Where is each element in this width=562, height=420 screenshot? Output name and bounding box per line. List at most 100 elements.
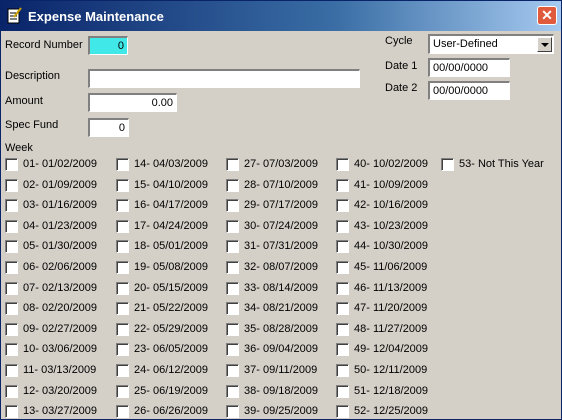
week-checkbox-label: 02- 01/09/2009 [23, 178, 98, 191]
week-checkbox-label: 48- 11/27/2009 [354, 322, 428, 335]
checkbox-box[interactable] [5, 343, 18, 357]
checkbox-box[interactable] [226, 178, 239, 192]
checkbox-box[interactable] [5, 240, 18, 254]
amount-field[interactable]: 0.00 [88, 93, 177, 112]
checkbox-box[interactable] [5, 199, 18, 213]
checkbox-box[interactable] [5, 178, 18, 192]
checkbox-box[interactable] [116, 405, 129, 419]
checkbox-box[interactable] [336, 281, 349, 295]
checkbox-box[interactable] [226, 405, 239, 419]
checkbox-box[interactable] [226, 364, 239, 377]
week-label: Week [5, 142, 33, 154]
checkbox-box[interactable] [116, 178, 129, 192]
checkbox-box[interactable] [226, 219, 239, 233]
checkbox-box[interactable] [5, 405, 18, 419]
week-checkbox-label: 14- 04/03/2009 [134, 158, 209, 170]
checkbox-box[interactable] [336, 364, 349, 377]
week-checkbox-label: 15- 04/10/2009 [134, 178, 209, 191]
checkbox-box[interactable] [5, 322, 18, 336]
checkbox-box[interactable] [336, 158, 349, 171]
checkbox-box[interactable] [226, 302, 239, 316]
checkbox-box[interactable] [5, 364, 18, 377]
checkbox-box[interactable] [116, 199, 129, 213]
checkbox-box[interactable] [336, 384, 349, 398]
checkbox-box[interactable] [116, 384, 129, 398]
checkbox-box[interactable] [5, 219, 18, 233]
checkbox-box[interactable] [116, 343, 129, 357]
checkbox-box[interactable] [226, 384, 239, 398]
chevron-down-icon[interactable] [537, 37, 552, 52]
checkbox-box[interactable] [116, 240, 129, 254]
checkbox-box[interactable] [5, 261, 18, 274]
week-checkbox-label: 25- 06/19/2009 [134, 384, 209, 397]
checkbox-box[interactable] [226, 322, 239, 336]
week-checkbox-label: 52- 12/25/2009 [354, 405, 429, 418]
week-checkbox-label: 49- 12/04/2009 [354, 343, 429, 356]
checkbox-box[interactable] [336, 343, 349, 357]
week-checkbox-label: 21- 05/22/2009 [134, 302, 209, 315]
week-checkbox-label: 36- 09/04/2009 [244, 343, 319, 356]
record-number-label: Record Number [5, 39, 83, 51]
week-checkbox-label: 51- 12/18/2009 [354, 384, 429, 397]
checkbox-box[interactable] [226, 199, 239, 213]
cycle-select[interactable]: User-Defined [428, 34, 554, 54]
checkbox-box[interactable] [336, 302, 349, 316]
week-checkbox-label: 37- 09/11/2009 [244, 364, 318, 376]
week-checkbox-label: 38- 09/18/2009 [244, 384, 319, 397]
week-checkbox-label: 53- Not This Year [459, 158, 544, 170]
week-checkbox-label: 50- 12/11/2009 [354, 364, 428, 376]
checkbox-box[interactable] [116, 302, 129, 316]
checkbox-box[interactable] [5, 158, 18, 171]
week-checkbox-label: 09- 02/27/2009 [23, 322, 98, 335]
week-checkbox-label: 22- 05/29/2009 [134, 322, 209, 335]
description-field[interactable] [88, 69, 360, 88]
spec-fund-field[interactable]: 0 [88, 118, 129, 137]
week-checkbox-label: 18- 05/01/2009 [134, 240, 209, 253]
week-checkbox-label: 24- 06/12/2009 [134, 364, 209, 376]
checkbox-box[interactable] [226, 158, 239, 171]
checkbox-box[interactable] [116, 364, 129, 377]
close-button[interactable]: ✕ [537, 6, 557, 25]
week-checkbox-label: 46- 11/13/2009 [354, 281, 428, 294]
checkbox-box[interactable] [336, 240, 349, 254]
date1-field[interactable]: 00/00/0000 [428, 58, 510, 77]
checkbox-box[interactable] [336, 199, 349, 213]
checkbox-box[interactable] [226, 343, 239, 357]
checkbox-box[interactable] [116, 281, 129, 295]
week-checkbox-label: 06- 02/06/2009 [23, 261, 98, 273]
date2-field[interactable]: 00/00/0000 [428, 81, 510, 100]
checkbox-box[interactable] [5, 384, 18, 398]
checkbox-box[interactable] [336, 405, 349, 419]
record-number-field[interactable]: 0 [88, 36, 128, 55]
expense-maintenance-window: Expense Maintenance ✕ Record Number 0 De… [0, 0, 562, 420]
week-checkbox-label: 07- 02/13/2009 [23, 281, 98, 294]
week-checkbox-label: 13- 03/27/2009 [23, 405, 98, 418]
week-checkbox-label: 35- 08/28/2009 [244, 322, 319, 335]
checkbox-box[interactable] [5, 302, 18, 316]
spec-fund-label: Spec Fund [5, 119, 59, 131]
week-checkbox-label: 17- 04/24/2009 [134, 219, 209, 232]
week-checkbox-label: 04- 01/23/2009 [23, 219, 98, 232]
checkbox-box[interactable] [5, 281, 18, 295]
checkbox-box[interactable] [336, 322, 349, 336]
week-checkbox-label: 47- 11/20/2009 [354, 302, 428, 315]
week-checkbox-label: 43- 10/23/2009 [354, 219, 429, 232]
checkbox-box[interactable] [116, 219, 129, 233]
title-bar[interactable]: Expense Maintenance ✕ [1, 1, 561, 31]
checkbox-box[interactable] [336, 178, 349, 192]
checkbox-box[interactable] [226, 261, 239, 274]
checkbox-box[interactable] [116, 261, 129, 274]
checkbox-box[interactable] [336, 261, 349, 274]
week-checkbox-label: 28- 07/10/2009 [244, 178, 319, 191]
week-checkbox-label: 26- 06/26/2009 [134, 405, 209, 418]
checkbox-box[interactable] [116, 322, 129, 336]
week-checkbox-label: 11- 03/13/2009 [23, 364, 97, 376]
week-checkbox-label: 41- 10/09/2009 [354, 178, 429, 191]
checkbox-box[interactable] [441, 158, 454, 171]
checkbox-box[interactable] [226, 240, 239, 254]
week-checkbox-label: 08- 02/20/2009 [23, 302, 98, 315]
checkbox-box[interactable] [226, 281, 239, 295]
week-checkbox-label: 19- 05/08/2009 [134, 261, 209, 273]
checkbox-box[interactable] [336, 219, 349, 233]
checkbox-box[interactable] [116, 158, 129, 171]
